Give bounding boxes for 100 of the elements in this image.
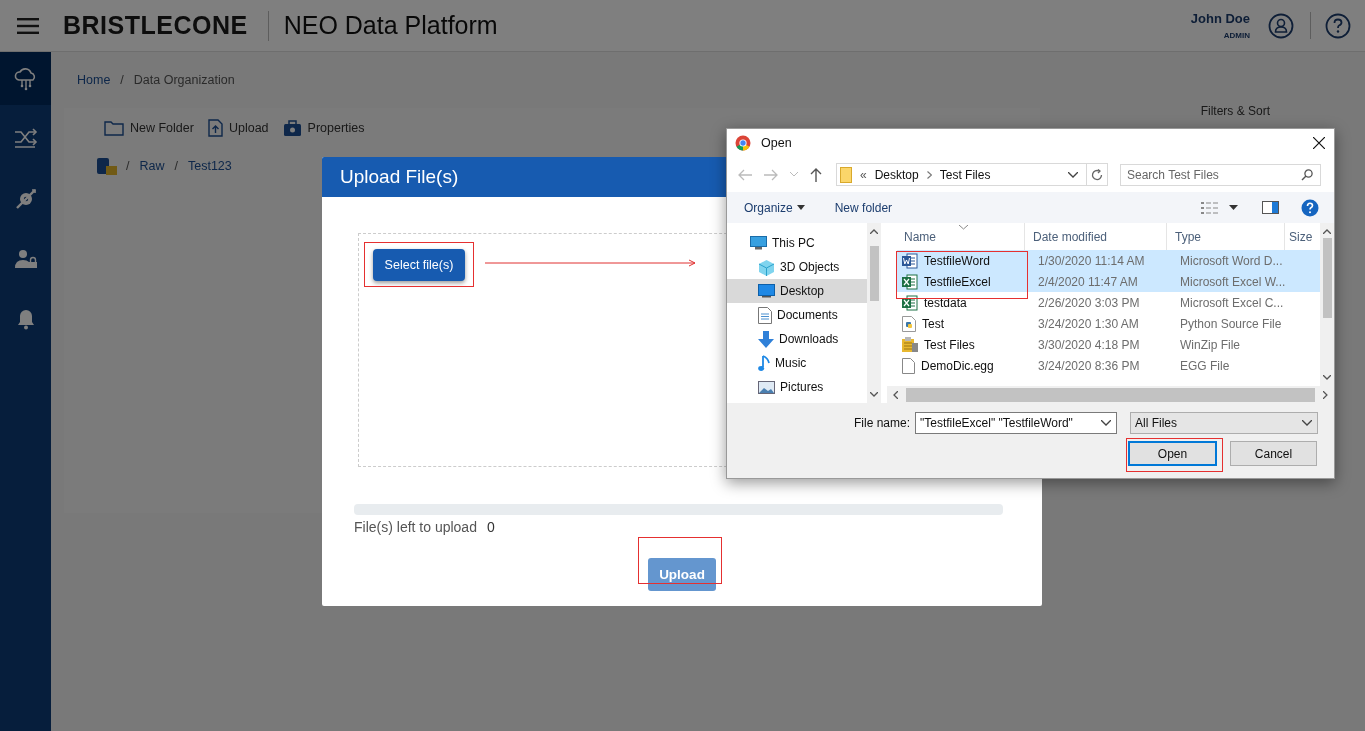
breadcrumb-separator: / — [120, 73, 124, 87]
close-icon[interactable] — [1313, 137, 1325, 149]
file-row[interactable]: TestfileWord 1/30/2020 11:14 AM Microsoft Word D... — [897, 250, 1320, 271]
file-type: EGG File — [1179, 358, 1231, 373]
document-icon — [758, 306, 772, 324]
scroll-down-icon[interactable] — [870, 392, 878, 397]
file-type: Microsoft Excel W... — [1179, 274, 1287, 289]
caret-icon — [796, 205, 805, 210]
bell-icon — [16, 308, 35, 330]
up-arrow-icon[interactable] — [810, 167, 822, 182]
scroll-right-icon[interactable] — [1323, 390, 1328, 399]
scroll-down-icon[interactable] — [1323, 375, 1331, 380]
user-icon[interactable] — [1268, 12, 1294, 39]
path-separator: / — [174, 159, 178, 173]
search-field[interactable]: Search Test Files — [1120, 163, 1321, 186]
scrollbar[interactable] — [1320, 223, 1334, 386]
scrollbar-thumb[interactable] — [869, 246, 879, 301]
browser-icon — [735, 135, 751, 151]
sidebar-item[interactable] — [0, 52, 51, 105]
file-type: Microsoft Excel C... — [1179, 295, 1285, 310]
down-arrow-icon — [758, 330, 774, 348]
scrollbar[interactable] — [867, 223, 881, 403]
file-name: Test — [922, 316, 944, 331]
file-name-field[interactable]: "TestfileExcel" "TestfileWord" — [915, 412, 1117, 434]
scrollbar-thumb[interactable] — [905, 387, 1316, 402]
address-bar[interactable]: « Desktop Test Files — [836, 163, 1108, 186]
caret-icon — [1302, 420, 1312, 426]
cube-icon — [758, 258, 775, 276]
caret-icon[interactable] — [1229, 205, 1238, 210]
caret-icon[interactable] — [1068, 171, 1078, 178]
file-date: 2/4/2020 11:47 AM — [1037, 274, 1139, 289]
user-role: ADMIN — [1223, 31, 1250, 40]
scroll-up-icon[interactable] — [1323, 229, 1331, 234]
file-date: 2/26/2020 3:03 PM — [1037, 295, 1141, 310]
briefcase-icon — [282, 119, 302, 137]
dialog-title: Upload File(s) — [340, 166, 459, 188]
file-name: TestfileExcel — [924, 274, 991, 289]
nav-item[interactable]: Downloads — [727, 327, 867, 351]
file-date: 3/24/2020 8:36 PM — [1037, 358, 1141, 373]
menu-icon[interactable] — [17, 17, 39, 34]
music-note-icon — [758, 354, 770, 372]
help-icon[interactable] — [1325, 12, 1351, 39]
path-segment[interactable]: Test123 — [188, 159, 232, 173]
upload-icon — [207, 119, 223, 137]
refresh-icon — [1091, 168, 1103, 181]
nav-item[interactable]: Documents — [727, 303, 867, 327]
monitor-icon — [758, 284, 775, 298]
scroll-up-icon[interactable] — [870, 229, 878, 234]
file-date: 3/24/2020 1:30 AM — [1037, 316, 1140, 331]
blank-file-icon — [902, 357, 915, 374]
organize-menu[interactable]: Organize — [744, 200, 805, 215]
shuffle-icon — [12, 128, 39, 150]
toolbar-button[interactable]: Upload — [207, 119, 269, 137]
breadcrumb-item: Data Organization — [133, 73, 235, 87]
nav-item[interactable]: Music — [727, 351, 867, 375]
app-title: NEO Data Platform — [283, 11, 498, 40]
nav-item[interactable]: Pictures — [727, 375, 867, 399]
pictures-icon — [758, 380, 775, 394]
view-list-icon[interactable] — [1201, 201, 1219, 214]
file-row[interactable]: TestfileExcel 2/4/2020 11:47 AM Microsoft Excel W... — [897, 271, 1320, 292]
logo: BRISTLECONE — [63, 11, 248, 40]
files-left-label: File(s) left to upload — [354, 519, 477, 535]
caret-icon[interactable] — [1101, 420, 1111, 426]
preview-pane-icon[interactable] — [1262, 201, 1279, 214]
scroll-left-icon[interactable] — [893, 390, 898, 399]
file-type: Python Source File — [1179, 316, 1283, 331]
file-name: testdata — [924, 295, 967, 310]
path-segment[interactable]: Raw — [139, 159, 165, 173]
scrollbar-thumb[interactable] — [1322, 238, 1332, 318]
file-name: Test Files — [924, 337, 975, 352]
script-file-icon — [902, 315, 916, 332]
file-type-dropdown[interactable]: All Files — [1130, 412, 1318, 434]
dialog-title: Open — [761, 136, 792, 150]
cancel-button[interactable]: Cancel — [1230, 441, 1317, 466]
new-folder-button[interactable]: New folder — [834, 200, 893, 215]
file-date: 3/30/2020 4:18 PM — [1037, 337, 1141, 352]
chevron-icon — [926, 170, 932, 179]
scrollbar[interactable] — [887, 386, 1334, 403]
sort-caret-icon — [959, 225, 968, 230]
file-type: Microsoft Word D... — [1179, 253, 1284, 268]
word-file-icon — [902, 252, 918, 269]
archive-icon — [902, 336, 918, 353]
file-type: WinZip File — [1179, 337, 1241, 352]
toolbar-button[interactable]: Properties — [282, 119, 365, 137]
toolbar-button[interactable]: New Folder — [104, 120, 194, 136]
folder-icon — [840, 166, 852, 183]
files-left-count: 0 — [486, 519, 495, 535]
select-files-button[interactable]: Select file(s) — [373, 249, 465, 281]
folder-icon — [104, 120, 124, 136]
file-name: DemoDic.egg — [921, 358, 994, 373]
filters-sort-button[interactable]: Filters & Sort — [1200, 104, 1270, 118]
nav-item[interactable]: 3D Objects — [727, 255, 867, 279]
column-header[interactable]: Size — [1285, 223, 1320, 250]
nav-item[interactable]: Desktop — [727, 279, 867, 303]
open-button[interactable]: Open — [1128, 441, 1217, 466]
path-separator: / — [126, 159, 130, 173]
nav-item[interactable]: This PC — [727, 231, 867, 255]
help-icon[interactable] — [1301, 198, 1319, 217]
file-date: 1/30/2020 11:14 AM — [1037, 253, 1146, 268]
file-name-label: File name: — [852, 416, 910, 430]
